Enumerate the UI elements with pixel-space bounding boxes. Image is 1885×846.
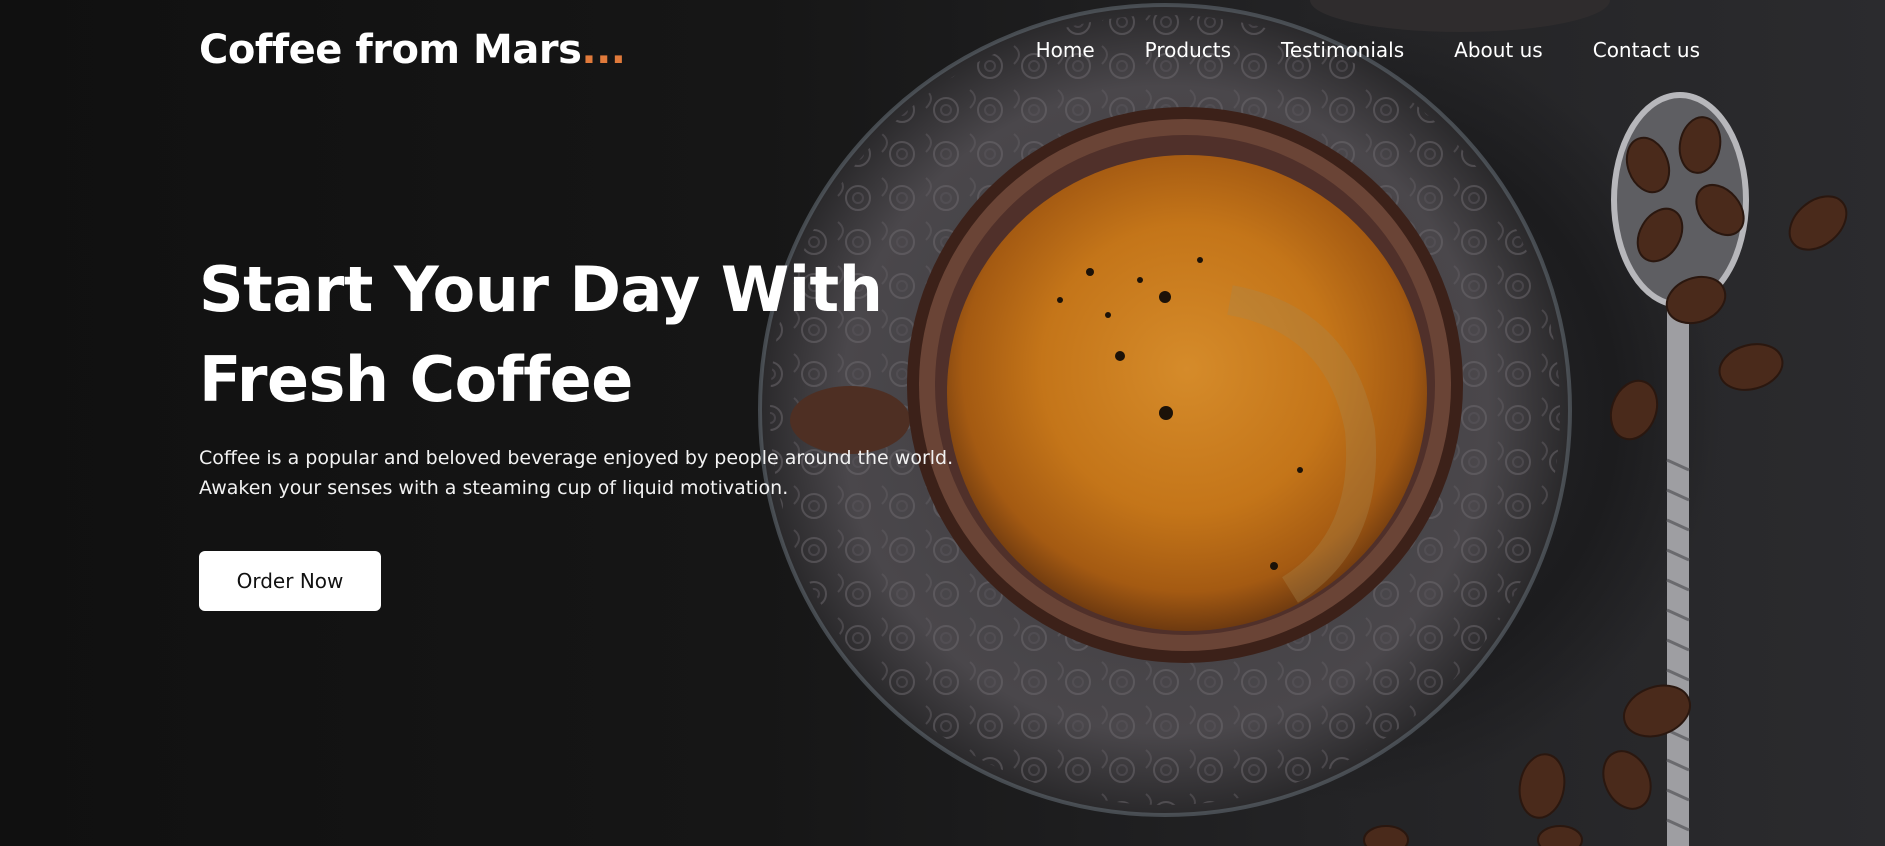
- brand-dots: ...: [581, 27, 626, 73]
- nav-testimonials[interactable]: Testimonials: [1281, 36, 1404, 64]
- nav-about-us[interactable]: About us: [1454, 36, 1543, 64]
- brand-logo[interactable]: Coffee from Mars...: [199, 22, 626, 78]
- nav-contact-us[interactable]: Contact us: [1593, 36, 1700, 64]
- order-now-button[interactable]: Order Now: [199, 551, 381, 611]
- nav-products[interactable]: Products: [1145, 36, 1231, 64]
- hero-title: Start Your Day With Fresh Coffee: [199, 245, 883, 425]
- brand-name: Coffee from Mars: [199, 27, 582, 73]
- hero-title-line-1: Start Your Day With: [199, 253, 883, 326]
- hero-title-line-2: Fresh Coffee: [199, 343, 633, 416]
- hero-description: Coffee is a popular and beloved beverage…: [199, 447, 954, 499]
- nav-home[interactable]: Home: [1036, 36, 1095, 64]
- nav-menu: Home Products Testimonials About us Cont…: [1036, 36, 1700, 64]
- navbar: Coffee from Mars... Home Products Testim…: [0, 0, 1885, 100]
